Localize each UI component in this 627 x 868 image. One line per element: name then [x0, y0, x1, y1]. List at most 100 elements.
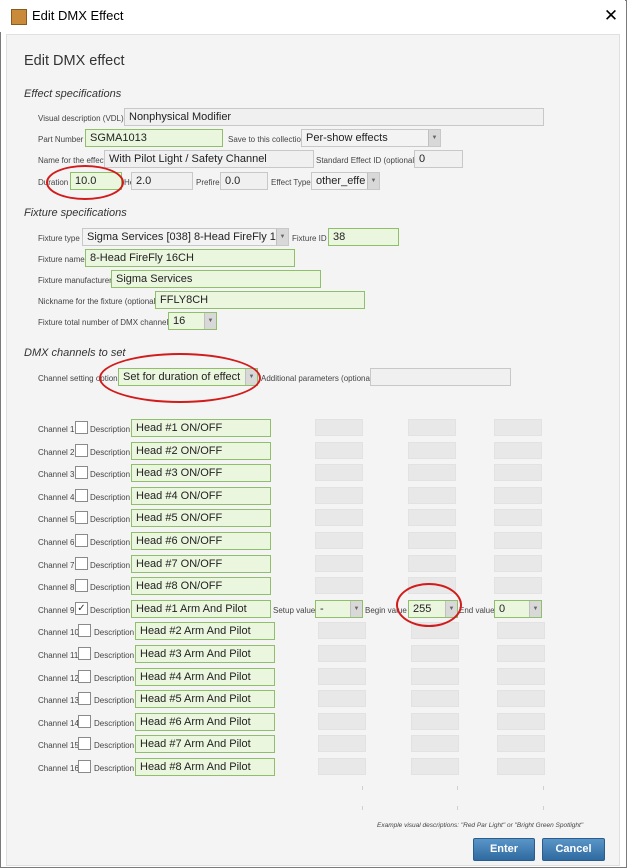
channel-checkbox[interactable] — [78, 692, 91, 705]
channel-description-field[interactable]: Head #3 ON/OFF — [131, 464, 271, 482]
fixture-type-select[interactable]: Sigma Services [038] 8-Head FireFly 16 ▼ — [82, 228, 289, 246]
channel-setting-options-select[interactable]: Set for duration of effect ▼ — [118, 368, 258, 386]
enter-button[interactable]: Enter — [473, 838, 535, 861]
channel-label: Channel 2 — [38, 448, 75, 457]
channel-description-field[interactable]: Head #2 ON/OFF — [131, 442, 271, 460]
channel-checkbox[interactable] — [75, 444, 88, 457]
setup-value-placeholder — [318, 668, 366, 685]
setup-value-placeholder — [315, 464, 363, 481]
fixture-type-value: Sigma Services [038] 8-Head FireFly 16 — [87, 231, 283, 243]
end-value-select[interactable]: 0 ▼ — [494, 600, 542, 618]
fixture-type-label: Fixture type — [38, 234, 80, 243]
app-icon — [11, 9, 27, 25]
setup-value-select[interactable]: - ▼ — [315, 600, 363, 618]
channel-description-field[interactable]: Head #3 Arm And Pilot — [135, 645, 275, 663]
begin-value-placeholder — [408, 419, 456, 436]
channel-checkbox[interactable] — [75, 466, 88, 479]
part-number-field[interactable]: SGMA1013 — [85, 129, 223, 147]
channel-label: Channel 11 — [38, 651, 79, 660]
channel-checkbox[interactable] — [75, 579, 88, 592]
window-title: Edit DMX Effect — [32, 8, 124, 23]
channel-count-select[interactable]: 16 ▼ — [168, 312, 217, 330]
section-effect-specifications: Effect specifications — [24, 88, 122, 100]
channel-checkbox[interactable] — [78, 715, 91, 728]
channel-description-field[interactable]: Head #7 Arm And Pilot — [135, 735, 275, 753]
chevron-down-icon: ▼ — [245, 369, 257, 385]
visual-description-field[interactable]: Nonphysical Modifier — [124, 108, 544, 126]
fixture-nickname-field[interactable]: FFLY8CH — [155, 291, 365, 309]
description-label: Description — [90, 425, 131, 434]
channel-description-field[interactable]: Head #5 ON/OFF — [131, 509, 271, 527]
standard-effect-id-field[interactable]: 0 — [414, 150, 463, 168]
channel-checkbox[interactable] — [78, 670, 91, 683]
channel-label: Channel 10 — [38, 628, 79, 637]
end-value-placeholder — [497, 690, 545, 707]
setup-value-placeholder — [318, 690, 366, 707]
fixture-manufacturer-field[interactable]: Sigma Services — [111, 270, 321, 288]
channel-checkbox[interactable] — [75, 489, 88, 502]
channel-description-field[interactable]: Head #8 Arm And Pilot — [135, 758, 275, 776]
channel-label: Channel 1 — [38, 425, 75, 434]
channel-checkbox[interactable] — [78, 624, 91, 637]
height-field[interactable]: 2.0 — [131, 172, 193, 190]
end-value-placeholder — [494, 509, 542, 526]
end-value-placeholder — [497, 668, 545, 685]
end-value-placeholder — [497, 758, 545, 775]
description-label: Description — [90, 583, 131, 592]
description-label: Description — [94, 719, 135, 728]
channel-checkbox[interactable] — [78, 760, 91, 773]
setup-value-placeholder — [318, 713, 366, 730]
channel-description-field[interactable]: Head #8 ON/OFF — [131, 577, 271, 595]
prefire-label: Prefire — [196, 178, 220, 187]
effect-type-select[interactable]: other_effe ▼ — [311, 172, 380, 190]
save-collection-value: Per-show effects — [306, 132, 388, 144]
channel-description-field[interactable]: Head #4 ON/OFF — [131, 487, 271, 505]
description-label: Description — [94, 651, 135, 660]
channel-label: Channel 12 — [38, 674, 79, 683]
prefire-field[interactable]: 0.0 — [220, 172, 268, 190]
setup-value-placeholder — [315, 555, 363, 572]
channel-label: Channel 8 — [38, 583, 75, 592]
description-label: Description — [94, 764, 135, 773]
channel-description-field[interactable]: Head #6 Arm And Pilot — [135, 713, 275, 731]
end-value-placeholder — [497, 713, 545, 730]
duration-field[interactable]: 10.0 — [70, 172, 122, 190]
effect-name-field[interactable]: With Pilot Light / Safety Channel — [104, 150, 314, 168]
channel-description-field[interactable]: Head #7 ON/OFF — [131, 555, 271, 573]
begin-value-placeholder — [408, 487, 456, 504]
channel-checkbox[interactable] — [75, 421, 88, 434]
setup-value-placeholder — [318, 758, 366, 775]
channel-description-field[interactable]: Head #6 ON/OFF — [131, 532, 271, 550]
channel-checkbox[interactable] — [78, 737, 91, 750]
additional-parameters-field[interactable] — [370, 368, 511, 386]
effect-name-label: Name for the effect — [38, 156, 106, 165]
cancel-button[interactable]: Cancel — [542, 838, 605, 861]
begin-value: 255 — [413, 603, 432, 615]
begin-value-select[interactable]: 255 ▼ — [408, 600, 458, 618]
setup-value-placeholder — [315, 442, 363, 459]
channel-description-field[interactable]: Head #4 Arm And Pilot — [135, 668, 275, 686]
save-collection-select[interactable]: Per-show effects ▼ — [301, 129, 441, 147]
fixture-id-field[interactable]: 38 — [328, 228, 399, 246]
begin-value-placeholder — [411, 758, 459, 775]
channel-description-field[interactable]: Head #5 Arm And Pilot — [135, 690, 275, 708]
title-bar: Edit DMX Effect ✕ — [0, 0, 625, 32]
channel-checkbox[interactable] — [78, 647, 91, 660]
begin-value-placeholder — [408, 577, 456, 594]
channel-description-field[interactable]: Head #1 ON/OFF — [131, 419, 271, 437]
channel-description-field[interactable]: Head #1 Arm And Pilot — [131, 600, 271, 618]
fixture-name-field[interactable]: 8-Head FireFly 16CH — [85, 249, 295, 267]
channel-description-field[interactable]: Head #2 Arm And Pilot — [135, 622, 275, 640]
description-label: Description — [90, 561, 131, 570]
close-icon[interactable]: ✕ — [598, 4, 624, 28]
channel-checkbox[interactable] — [75, 557, 88, 570]
end-value-placeholder — [494, 464, 542, 481]
channel-checkbox[interactable]: ✓ — [75, 602, 88, 615]
channel-checkbox[interactable] — [75, 534, 88, 547]
standard-effect-id-label: Standard Effect ID (optional) — [316, 156, 417, 165]
begin-value-placeholder — [408, 555, 456, 572]
channel-checkbox[interactable] — [75, 511, 88, 524]
end-value-placeholder — [494, 532, 542, 549]
channel-count-value: 16 — [173, 315, 186, 327]
begin-value-placeholder — [408, 509, 456, 526]
